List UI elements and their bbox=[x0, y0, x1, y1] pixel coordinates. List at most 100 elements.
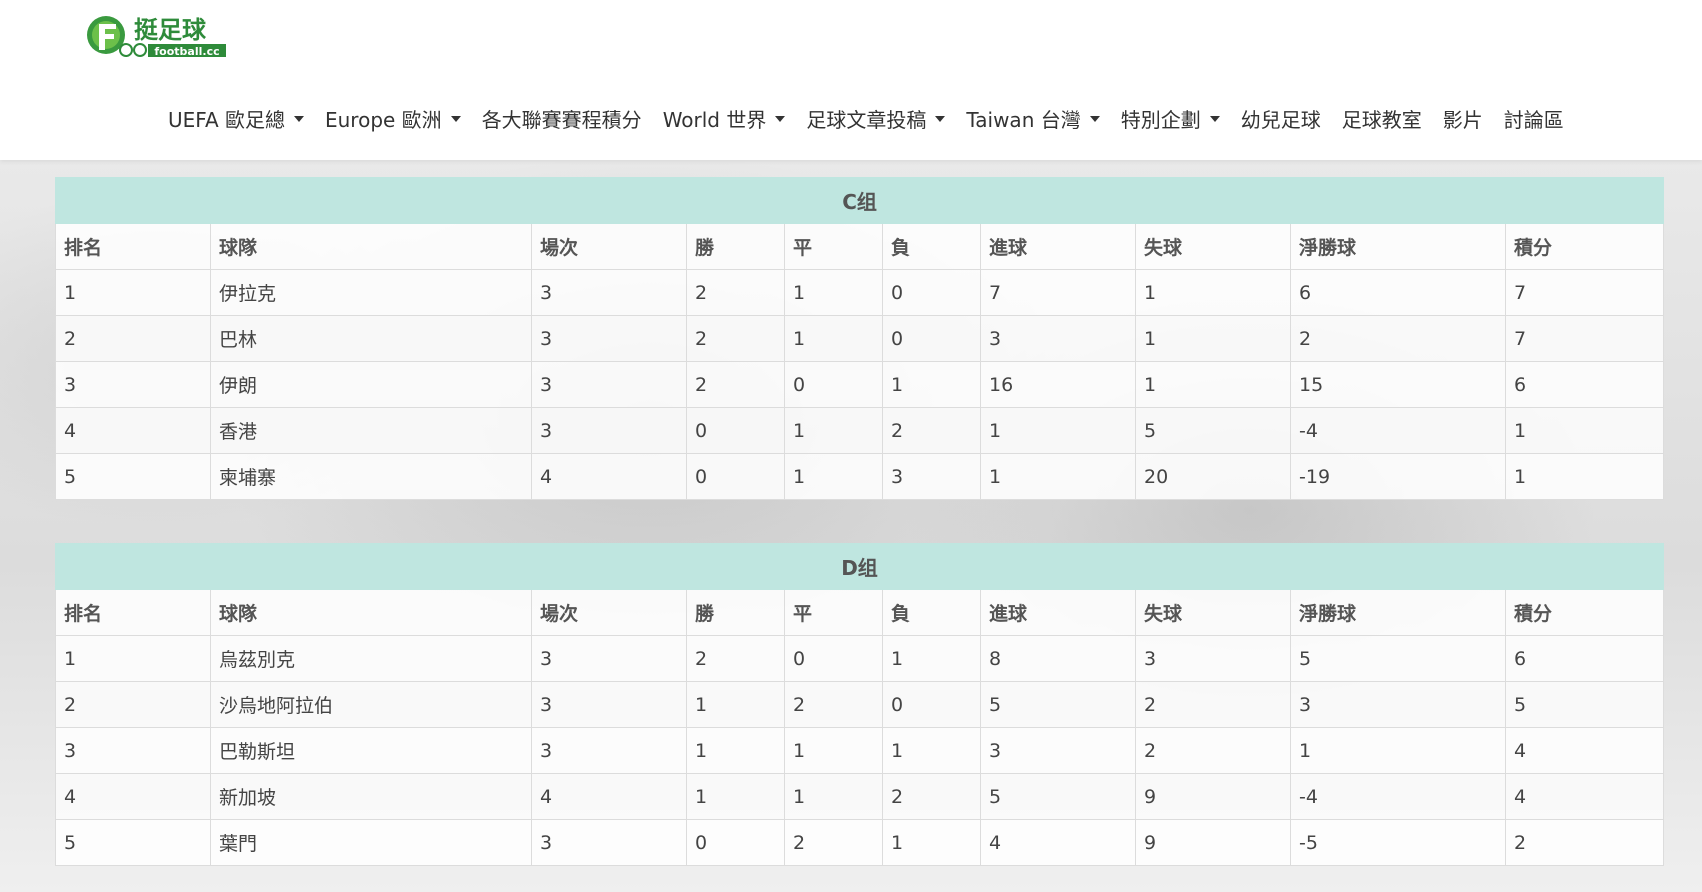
nav-videos[interactable]: 影片 bbox=[1443, 104, 1483, 133]
table-cell: 3 bbox=[531, 269, 687, 316]
table-cell: 2 bbox=[882, 773, 981, 820]
table-cell: 5 bbox=[980, 681, 1136, 728]
table-row: 2 巴林 3 2 1 0 3 1 2 7 bbox=[55, 315, 1665, 362]
column-header: 排名 bbox=[55, 589, 211, 636]
table-cell: 5 bbox=[55, 819, 211, 866]
table-cell: 伊拉克 bbox=[210, 269, 532, 316]
column-header: 負 bbox=[882, 589, 981, 636]
nav-taiwan[interactable]: Taiwan 台灣 bbox=[966, 104, 1100, 133]
nav-label: Europe 歐洲 bbox=[324, 107, 442, 132]
table-cell: 1 bbox=[882, 361, 981, 408]
table-row: 3 伊朗 3 2 0 1 16 1 15 6 bbox=[55, 361, 1665, 408]
group-title: D组 bbox=[54, 543, 1665, 590]
table-cell: 0 bbox=[686, 453, 785, 500]
caret-down-icon bbox=[775, 116, 786, 122]
caret-down-icon bbox=[1209, 116, 1220, 122]
table-row: 5 柬埔寨 4 0 1 3 1 20 -19 1 bbox=[55, 453, 1665, 500]
table-cell: 3 bbox=[980, 315, 1136, 362]
nav-label: 討論區 bbox=[1503, 107, 1564, 132]
column-header: 失球 bbox=[1135, 223, 1291, 270]
table-cell: 0 bbox=[686, 819, 785, 866]
table-cell: 1 bbox=[686, 727, 785, 774]
table-cell: 4 bbox=[55, 773, 211, 820]
table-cell: 3 bbox=[980, 727, 1136, 774]
svg-text:挺足球: 挺足球 bbox=[134, 16, 207, 44]
column-header: 淨勝球 bbox=[1290, 589, 1506, 636]
column-header: 球隊 bbox=[210, 589, 532, 636]
nav-label: World 世界 bbox=[662, 107, 767, 132]
table-cell: 5 bbox=[1290, 635, 1506, 682]
nav-europe[interactable]: Europe 歐洲 bbox=[325, 104, 461, 133]
nav-label: UEFA 歐足總 bbox=[168, 107, 285, 132]
table-cell: 3 bbox=[1290, 681, 1506, 728]
column-header: 積分 bbox=[1504, 589, 1665, 636]
table-cell: 1 bbox=[784, 453, 883, 500]
table-cell: 3 bbox=[531, 727, 687, 774]
column-header: 積分 bbox=[1504, 223, 1665, 270]
football-logo-icon: football.cc 挺足球 bbox=[87, 16, 226, 58]
column-header: 場次 bbox=[531, 223, 687, 270]
table-cell: 2 bbox=[686, 269, 785, 316]
table-cell: 2 bbox=[686, 635, 785, 682]
table-cell: 5 bbox=[1135, 407, 1291, 454]
nav-uefa[interactable]: UEFA 歐足總 bbox=[168, 104, 304, 133]
table-row: 5 葉門 3 0 2 1 4 9 -5 2 bbox=[55, 819, 1665, 866]
nav-special[interactable]: 特別企劃 bbox=[1121, 104, 1220, 133]
table-cell: 1 bbox=[980, 407, 1136, 454]
table-cell: 2 bbox=[882, 407, 981, 454]
table-cell: 3 bbox=[1135, 635, 1291, 682]
table-cell: 1 bbox=[784, 315, 883, 362]
table-cell: 1 bbox=[1135, 315, 1291, 362]
site-logo[interactable]: football.cc 挺足球 bbox=[86, 8, 232, 62]
table-cell: 20 bbox=[1135, 453, 1291, 500]
nav-label: 影片 bbox=[1442, 107, 1483, 132]
table-cell: 3 bbox=[882, 453, 981, 500]
table-cell: 5 bbox=[980, 773, 1136, 820]
column-header: 勝 bbox=[686, 223, 785, 270]
table-cell: 5 bbox=[55, 453, 211, 500]
table-row: 3 巴勒斯坦 3 1 1 1 3 2 1 4 bbox=[55, 727, 1665, 774]
table-cell: 4 bbox=[531, 453, 687, 500]
table-cell: -19 bbox=[1290, 453, 1506, 500]
caret-down-icon bbox=[935, 116, 946, 122]
table-cell: 1 bbox=[1135, 361, 1291, 408]
table-cell: 15 bbox=[1290, 361, 1506, 408]
column-header: 球隊 bbox=[210, 223, 532, 270]
table-cell: 1 bbox=[686, 681, 785, 728]
table-cell: 巴勒斯坦 bbox=[210, 727, 532, 774]
table-cell: 1 bbox=[1135, 269, 1291, 316]
nav-label: 幼兒足球 bbox=[1240, 107, 1321, 132]
table-cell: 1 bbox=[784, 727, 883, 774]
table-cell: 1 bbox=[980, 453, 1136, 500]
table-cell: 3 bbox=[55, 361, 211, 408]
table-cell: 0 bbox=[784, 361, 883, 408]
table-cell: 9 bbox=[1135, 819, 1291, 866]
table-cell: -4 bbox=[1290, 773, 1506, 820]
nav-label: 足球教室 bbox=[1341, 107, 1422, 132]
main-nav: UEFA 歐足總 Europe 歐洲 各大聯賽賽程積分 World 世界 足球文… bbox=[168, 98, 1564, 138]
table-cell: 4 bbox=[55, 407, 211, 454]
table-cell: 1 bbox=[55, 635, 211, 682]
nav-world[interactable]: World 世界 bbox=[663, 104, 786, 133]
table-cell: 2 bbox=[784, 819, 883, 866]
table-cell: 葉門 bbox=[210, 819, 532, 866]
nav-league-standings[interactable]: 各大聯賽賽程積分 bbox=[482, 104, 642, 133]
table-cell: 1 bbox=[784, 269, 883, 316]
table-cell: 8 bbox=[980, 635, 1136, 682]
table-cell: 2 bbox=[1290, 315, 1506, 362]
nav-football-classroom[interactable]: 足球教室 bbox=[1342, 104, 1422, 133]
table-cell: 1 bbox=[784, 773, 883, 820]
table-cell: 2 bbox=[55, 681, 211, 728]
table-cell: 4 bbox=[1504, 727, 1665, 774]
table-cell: 柬埔寨 bbox=[210, 453, 532, 500]
table-cell: 3 bbox=[531, 819, 687, 866]
table-cell: 1 bbox=[1290, 727, 1506, 774]
nav-forum[interactable]: 討論區 bbox=[1504, 104, 1564, 133]
table-cell: 1 bbox=[882, 819, 981, 866]
column-header: 場次 bbox=[531, 589, 687, 636]
nav-label: Taiwan 台灣 bbox=[966, 107, 1081, 132]
table-cell: 3 bbox=[531, 361, 687, 408]
nav-article-submission[interactable]: 足球文章投稿 bbox=[806, 104, 946, 133]
table-cell: 烏茲別克 bbox=[210, 635, 532, 682]
nav-kids-football[interactable]: 幼兒足球 bbox=[1241, 104, 1321, 133]
